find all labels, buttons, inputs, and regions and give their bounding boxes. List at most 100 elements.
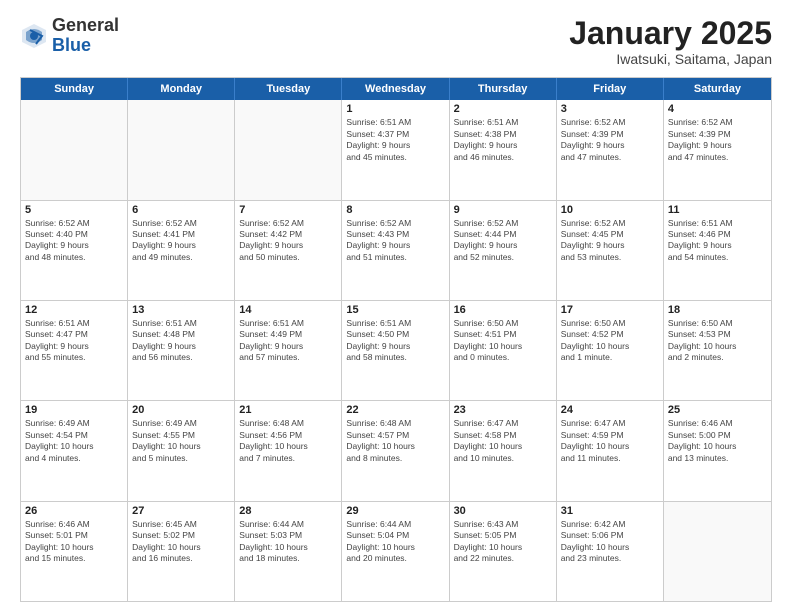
day-info: Sunrise: 6:52 AM Sunset: 4:42 PM Dayligh…: [239, 218, 337, 264]
calendar-cell-6: 6 Sunrise: 6:52 AM Sunset: 4:41 PM Daylig…: [128, 201, 235, 300]
day-number: 26: [25, 505, 123, 517]
calendar-row-3: 19 Sunrise: 6:49 AM Sunset: 4:54 PM Dayli…: [21, 400, 771, 500]
calendar-cell-empty: [128, 100, 235, 199]
weekday-header-saturday: Saturday: [664, 78, 771, 100]
day-number: 9: [454, 204, 552, 216]
calendar-cell-8: 8 Sunrise: 6:52 AM Sunset: 4:43 PM Daylig…: [342, 201, 449, 300]
day-info: Sunrise: 6:48 AM Sunset: 4:57 PM Dayligh…: [346, 418, 444, 464]
calendar-cell-30: 30 Sunrise: 6:43 AM Sunset: 5:05 PM Dayli…: [450, 502, 557, 601]
calendar-body: 1 Sunrise: 6:51 AM Sunset: 4:37 PM Daylig…: [21, 100, 771, 601]
day-number: 7: [239, 204, 337, 216]
logo-text: General Blue: [52, 16, 119, 56]
calendar-cell-20: 20 Sunrise: 6:49 AM Sunset: 4:55 PM Dayli…: [128, 401, 235, 500]
day-info: Sunrise: 6:52 AM Sunset: 4:39 PM Dayligh…: [668, 117, 767, 163]
day-number: 16: [454, 304, 552, 316]
day-number: 6: [132, 204, 230, 216]
calendar-cell-23: 23 Sunrise: 6:47 AM Sunset: 4:58 PM Dayli…: [450, 401, 557, 500]
day-number: 3: [561, 103, 659, 115]
calendar-cell-28: 28Sunrise: 6:44 AM Sunset: 5:03 PM Dayli…: [235, 502, 342, 601]
calendar-row-0: 1 Sunrise: 6:51 AM Sunset: 4:37 PM Daylig…: [21, 100, 771, 199]
day-info: Sunrise: 6:51 AM Sunset: 4:37 PM Dayligh…: [346, 117, 444, 163]
weekday-header-sunday: Sunday: [21, 78, 128, 100]
day-number: 18: [668, 304, 767, 316]
day-number: 8: [346, 204, 444, 216]
day-info: Sunrise: 6:51 AM Sunset: 4:49 PM Dayligh…: [239, 318, 337, 364]
weekday-header-wednesday: Wednesday: [342, 78, 449, 100]
day-number: 4: [668, 103, 767, 115]
calendar-cell-empty: [664, 502, 771, 601]
calendar-cell-9: 9 Sunrise: 6:52 AM Sunset: 4:44 PM Daylig…: [450, 201, 557, 300]
calendar-cell-29: 29Sunrise: 6:44 AM Sunset: 5:04 PM Dayli…: [342, 502, 449, 601]
weekday-header-monday: Monday: [128, 78, 235, 100]
day-info: Sunrise: 6:43 AM Sunset: 5:05 PM Dayligh…: [454, 519, 552, 565]
calendar-cell-3: 3Sunrise: 6:52 AM Sunset: 4:39 PM Daylig…: [557, 100, 664, 199]
day-number: 11: [668, 204, 767, 216]
day-info: Sunrise: 6:51 AM Sunset: 4:50 PM Dayligh…: [346, 318, 444, 364]
day-number: 20: [132, 404, 230, 416]
day-number: 13: [132, 304, 230, 316]
calendar-row-4: 26 Sunrise: 6:46 AM Sunset: 5:01 PM Dayli…: [21, 501, 771, 601]
calendar-row-2: 12 Sunrise: 6:51 AM Sunset: 4:47 PM Dayli…: [21, 300, 771, 400]
day-number: 19: [25, 404, 123, 416]
day-info: Sunrise: 6:52 AM Sunset: 4:41 PM Dayligh…: [132, 218, 230, 264]
day-number: 1: [346, 103, 444, 115]
calendar-cell-26: 26 Sunrise: 6:46 AM Sunset: 5:01 PM Dayli…: [21, 502, 128, 601]
day-info: Sunrise: 6:50 AM Sunset: 4:52 PM Dayligh…: [561, 318, 659, 364]
header: General Blue January 2025 Iwatsuki, Sait…: [20, 16, 772, 67]
day-number: 12: [25, 304, 123, 316]
month-title: January 2025: [569, 16, 772, 51]
day-number: 29: [346, 505, 444, 517]
calendar-cell-1: 1 Sunrise: 6:51 AM Sunset: 4:37 PM Daylig…: [342, 100, 449, 199]
calendar-cell-16: 16Sunrise: 6:50 AM Sunset: 4:51 PM Dayli…: [450, 301, 557, 400]
weekday-header-tuesday: Tuesday: [235, 78, 342, 100]
calendar-cell-14: 14 Sunrise: 6:51 AM Sunset: 4:49 PM Dayli…: [235, 301, 342, 400]
day-number: 14: [239, 304, 337, 316]
calendar-cell-5: 5Sunrise: 6:52 AM Sunset: 4:40 PM Daylig…: [21, 201, 128, 300]
calendar-cell-31: 31Sunrise: 6:42 AM Sunset: 5:06 PM Dayli…: [557, 502, 664, 601]
day-info: Sunrise: 6:49 AM Sunset: 4:55 PM Dayligh…: [132, 418, 230, 464]
day-info: Sunrise: 6:48 AM Sunset: 4:56 PM Dayligh…: [239, 418, 337, 464]
calendar-cell-4: 4 Sunrise: 6:52 AM Sunset: 4:39 PM Daylig…: [664, 100, 771, 199]
day-number: 24: [561, 404, 659, 416]
day-info: Sunrise: 6:52 AM Sunset: 4:40 PM Dayligh…: [25, 218, 123, 264]
day-info: Sunrise: 6:51 AM Sunset: 4:47 PM Dayligh…: [25, 318, 123, 364]
calendar-cell-7: 7 Sunrise: 6:52 AM Sunset: 4:42 PM Daylig…: [235, 201, 342, 300]
day-info: Sunrise: 6:47 AM Sunset: 4:59 PM Dayligh…: [561, 418, 659, 464]
day-number: 30: [454, 505, 552, 517]
calendar-cell-17: 17Sunrise: 6:50 AM Sunset: 4:52 PM Dayli…: [557, 301, 664, 400]
day-number: 15: [346, 304, 444, 316]
calendar-cell-24: 24 Sunrise: 6:47 AM Sunset: 4:59 PM Dayli…: [557, 401, 664, 500]
day-info: Sunrise: 6:47 AM Sunset: 4:58 PM Dayligh…: [454, 418, 552, 464]
day-info: Sunrise: 6:49 AM Sunset: 4:54 PM Dayligh…: [25, 418, 123, 464]
calendar-header: SundayMondayTuesdayWednesdayThursdayFrid…: [21, 78, 771, 100]
logo: General Blue: [20, 16, 119, 56]
title-block: January 2025 Iwatsuki, Saitama, Japan: [569, 16, 772, 67]
day-info: Sunrise: 6:52 AM Sunset: 4:45 PM Dayligh…: [561, 218, 659, 264]
day-info: Sunrise: 6:52 AM Sunset: 4:44 PM Dayligh…: [454, 218, 552, 264]
subtitle: Iwatsuki, Saitama, Japan: [569, 51, 772, 67]
day-number: 21: [239, 404, 337, 416]
calendar-cell-18: 18 Sunrise: 6:50 AM Sunset: 4:53 PM Dayli…: [664, 301, 771, 400]
calendar-cell-27: 27Sunrise: 6:45 AM Sunset: 5:02 PM Dayli…: [128, 502, 235, 601]
logo-blue: Blue: [52, 36, 119, 56]
day-number: 22: [346, 404, 444, 416]
calendar-cell-22: 22 Sunrise: 6:48 AM Sunset: 4:57 PM Dayli…: [342, 401, 449, 500]
day-info: Sunrise: 6:50 AM Sunset: 4:53 PM Dayligh…: [668, 318, 767, 364]
day-number: 28: [239, 505, 337, 517]
day-info: Sunrise: 6:51 AM Sunset: 4:48 PM Dayligh…: [132, 318, 230, 364]
day-number: 23: [454, 404, 552, 416]
day-number: 10: [561, 204, 659, 216]
day-number: 2: [454, 103, 552, 115]
day-info: Sunrise: 6:52 AM Sunset: 4:43 PM Dayligh…: [346, 218, 444, 264]
calendar-cell-empty: [235, 100, 342, 199]
calendar: SundayMondayTuesdayWednesdayThursdayFrid…: [20, 77, 772, 602]
day-info: Sunrise: 6:46 AM Sunset: 5:00 PM Dayligh…: [668, 418, 767, 464]
day-info: Sunrise: 6:46 AM Sunset: 5:01 PM Dayligh…: [25, 519, 123, 565]
day-number: 25: [668, 404, 767, 416]
calendar-cell-21: 21 Sunrise: 6:48 AM Sunset: 4:56 PM Dayli…: [235, 401, 342, 500]
calendar-cell-10: 10 Sunrise: 6:52 AM Sunset: 4:45 PM Dayli…: [557, 201, 664, 300]
weekday-header-thursday: Thursday: [450, 78, 557, 100]
day-info: Sunrise: 6:45 AM Sunset: 5:02 PM Dayligh…: [132, 519, 230, 565]
calendar-cell-25: 25 Sunrise: 6:46 AM Sunset: 5:00 PM Dayli…: [664, 401, 771, 500]
calendar-cell-empty: [21, 100, 128, 199]
